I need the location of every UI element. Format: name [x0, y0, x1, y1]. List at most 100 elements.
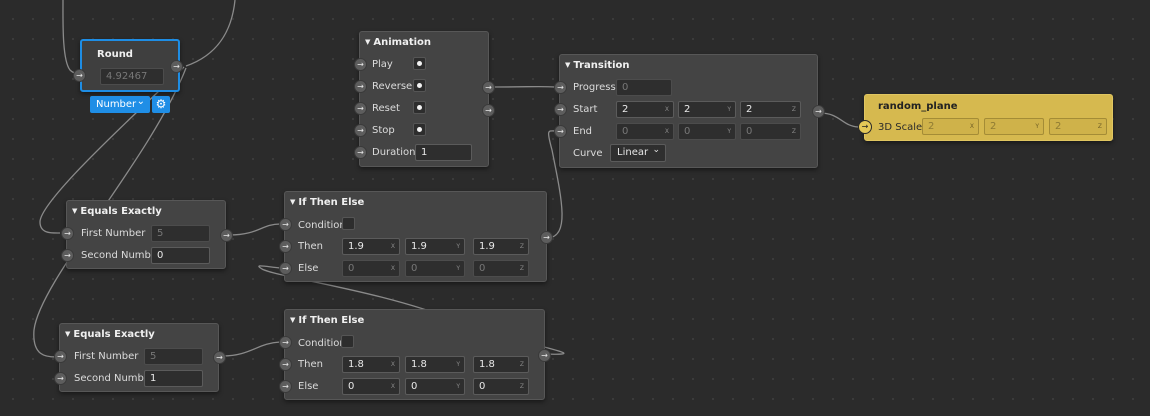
- equals-1-second-port[interactable]: →: [61, 249, 74, 262]
- if-1-then-x-value: 1.9: [348, 241, 364, 252]
- if-2-then-x[interactable]: 1.8 X: [342, 356, 400, 373]
- transition-end-x[interactable]: 0X: [616, 123, 674, 140]
- axis-y-label: Y: [727, 106, 731, 113]
- arrow-right-icon: →: [173, 62, 180, 71]
- random-plane-scale-port[interactable]: →: [858, 120, 872, 134]
- transition-start-z[interactable]: 2Z: [740, 101, 801, 118]
- if-then-else-node-2[interactable]: ▼ If Then Else → Condition → Then 1.8 X 1.…: [279, 309, 551, 400]
- if-1-else-x-value: 0: [348, 263, 355, 274]
- if-2-else-x[interactable]: 0X: [342, 378, 400, 395]
- animation-output-port-1[interactable]: →: [482, 81, 495, 94]
- equals-2-second-input[interactable]: 1: [144, 370, 203, 387]
- axis-x-label: X: [390, 265, 395, 272]
- axis-z-label: Z: [519, 361, 524, 368]
- equals-1-first-port[interactable]: →: [61, 227, 74, 240]
- if-1-condition-port[interactable]: →: [279, 218, 292, 231]
- animation-play-trigger[interactable]: [413, 57, 426, 70]
- if-1-else-y[interactable]: 0Y: [405, 260, 465, 277]
- arrow-right-icon: →: [357, 126, 364, 135]
- transition-node[interactable]: ▼ Transition → Progress 0 → Start 2X 2Y 2…: [554, 54, 825, 168]
- random-plane-scale-y[interactable]: 2Y: [984, 118, 1044, 135]
- if-2-condition-checkbox[interactable]: [341, 335, 354, 348]
- if-2-title-text: If Then Else: [298, 315, 365, 326]
- axis-z-label: Z: [791, 106, 796, 113]
- axis-z-label: Z: [519, 265, 524, 272]
- equals-exactly-node-2[interactable]: ▼ Equals Exactly → First Number 5 → Secon…: [54, 323, 226, 392]
- animation-reverse-label: Reverse: [372, 81, 413, 92]
- animation-output-port-2[interactable]: →: [482, 104, 495, 117]
- if-2-else-port[interactable]: →: [279, 380, 292, 393]
- if-2-condition-port[interactable]: →: [279, 336, 292, 349]
- arrow-right-icon: →: [541, 351, 548, 360]
- round-type-select[interactable]: Number ⌄: [90, 96, 150, 113]
- random-plane-scale-z[interactable]: 2Z: [1049, 118, 1107, 135]
- random-plane-scale-y-value: 2: [990, 121, 997, 132]
- animation-stop-port[interactable]: →: [354, 124, 367, 137]
- if-2-then-port[interactable]: →: [279, 358, 292, 371]
- animation-duration-port[interactable]: →: [354, 146, 367, 159]
- animation-reverse-trigger[interactable]: [413, 79, 426, 92]
- arrow-right-icon: →: [543, 233, 550, 242]
- transition-start-port[interactable]: →: [554, 103, 567, 116]
- equals-exactly-node-1[interactable]: ▼ Equals Exactly → First Number 5 → Secon…: [61, 200, 233, 269]
- transition-start-x-value: 2: [622, 104, 629, 115]
- equals-1-second-input[interactable]: 0: [151, 247, 210, 264]
- chevron-down-icon: ⌄: [652, 145, 660, 155]
- if-2-then-z[interactable]: 1.8 Z: [473, 356, 529, 373]
- equals-2-output-port[interactable]: →: [213, 351, 226, 364]
- transition-progress-input[interactable]: 0: [616, 79, 672, 96]
- transition-end-port[interactable]: →: [554, 125, 567, 138]
- transition-curve-select[interactable]: Linear ⌄: [610, 144, 666, 162]
- wire-transition-to-random-plane: [819, 112, 859, 128]
- if-2-else-y[interactable]: 0Y: [405, 378, 465, 395]
- equals-2-first-port[interactable]: →: [54, 350, 67, 363]
- if-1-output-port[interactable]: →: [540, 231, 553, 244]
- if-2-else-z[interactable]: 0Z: [473, 378, 529, 395]
- animation-node[interactable]: ▼ Animation → Play → Reverse → Reset → St…: [354, 31, 495, 167]
- animation-duration-input[interactable]: 1: [415, 144, 472, 161]
- axis-x-label: X: [664, 128, 669, 135]
- axis-y-label: Y: [456, 265, 460, 272]
- arrow-right-icon: →: [57, 374, 64, 383]
- if-1-else-x[interactable]: 0X: [342, 260, 400, 277]
- transition-end-z[interactable]: 0Z: [740, 123, 801, 140]
- if-1-then-y[interactable]: 1.9 Y: [405, 238, 465, 255]
- random-plane-scale-x[interactable]: 2X: [922, 118, 979, 135]
- transition-output-port[interactable]: →: [812, 105, 825, 118]
- transition-start-y[interactable]: 2Y: [678, 101, 736, 118]
- axis-y-label: Y: [456, 243, 460, 250]
- round-settings-button[interactable]: ⚙: [152, 96, 170, 113]
- transition-title-text: Transition: [573, 60, 630, 71]
- if-1-else-port[interactable]: →: [279, 262, 292, 275]
- transition-start-x[interactable]: 2X: [616, 101, 674, 118]
- transition-end-y[interactable]: 0Y: [678, 123, 736, 140]
- if-1-condition-checkbox[interactable]: [342, 217, 355, 230]
- if-1-then-z[interactable]: 1.9 Z: [473, 238, 529, 255]
- if-2-else-x-value: 0: [348, 381, 355, 392]
- if-1-then-port[interactable]: →: [279, 240, 292, 253]
- round-node[interactable]: Round → 4.92467: [73, 39, 180, 92]
- animation-reverse-port[interactable]: →: [354, 80, 367, 93]
- arrow-right-icon: →: [861, 122, 869, 131]
- if-then-else-node-1[interactable]: ▼ If Then Else → Condition → Then 1.9 X 1.…: [279, 191, 553, 282]
- equals-2-second-port[interactable]: →: [54, 372, 67, 385]
- if-2-then-y[interactable]: 1.8 Y: [405, 356, 465, 373]
- animation-stop-trigger[interactable]: [413, 123, 426, 136]
- transition-progress-port[interactable]: →: [554, 81, 567, 94]
- if-1-else-z[interactable]: 0Z: [473, 260, 529, 277]
- animation-reset-trigger[interactable]: [413, 101, 426, 114]
- if-2-else-z-value: 0: [479, 381, 486, 392]
- wire-equals2-to-if2: [222, 341, 281, 357]
- equals-2-title: ▼ Equals Exactly: [65, 329, 155, 340]
- random-plane-node[interactable]: random_plane → 3D Scale 2X 2Y 2Z: [858, 94, 1113, 141]
- animation-play-port[interactable]: →: [354, 58, 367, 71]
- animation-reset-port[interactable]: →: [354, 102, 367, 115]
- if-1-then-x[interactable]: 1.9 X: [342, 238, 400, 255]
- round-output-port[interactable]: →: [170, 60, 183, 73]
- if-2-output-port[interactable]: →: [538, 349, 551, 362]
- equals-2-first-input[interactable]: 5: [144, 348, 203, 365]
- equals-1-output-port[interactable]: →: [220, 229, 233, 242]
- equals-1-first-input[interactable]: 5: [151, 225, 210, 242]
- round-input-port[interactable]: →: [73, 69, 86, 82]
- axis-x-label: X: [969, 123, 974, 130]
